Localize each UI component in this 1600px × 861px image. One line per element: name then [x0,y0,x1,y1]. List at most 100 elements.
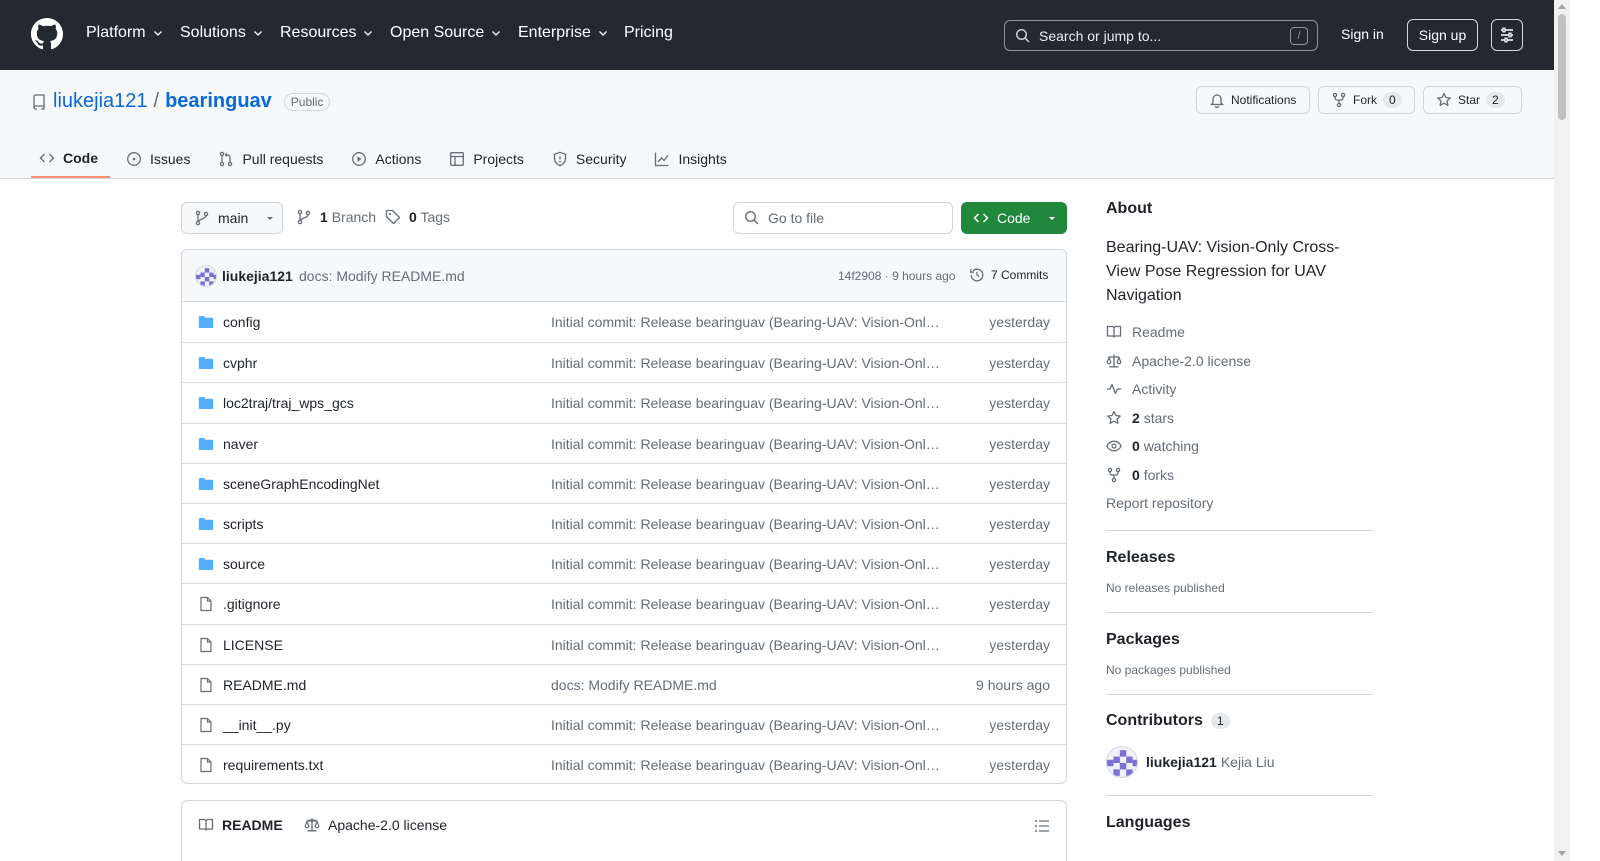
tab-actions[interactable]: Actions [343,140,433,178]
tab-projects[interactable]: Projects [441,140,536,178]
table-row[interactable]: sceneGraphEncodingNet Initial commit: Rel… [182,462,1066,503]
avatar[interactable] [195,265,217,287]
tab-issues[interactable]: Issues [118,140,202,178]
file-commit-message-link[interactable]: Initial commit: Release bearinguav (Bear… [551,314,941,330]
commit-hash[interactable]: 14f2908 [838,269,881,283]
stars-link[interactable]: 2 stars [1106,404,1373,433]
commit-history-link[interactable]: 7 Commits [969,267,1048,283]
file-commit-message-link[interactable]: Initial commit: Release bearinguav (Bear… [551,476,941,492]
file-commit-message-link[interactable]: docs: Modify README.md [551,677,941,693]
packages-heading[interactable]: Packages [1106,631,1373,649]
list-unordered-icon [1035,820,1049,832]
branch-select-button[interactable]: main [181,202,283,234]
file-name-link[interactable]: loc2traj/traj_wps_gcs [223,395,354,411]
file-commit-message-link[interactable]: Initial commit: Release bearinguav (Bear… [551,556,941,572]
tab-security[interactable]: Security [544,140,639,178]
activity-link[interactable]: Activity [1106,375,1373,404]
file-name-link[interactable]: README.md [223,677,306,693]
code-dropdown-button[interactable]: Code [961,202,1067,234]
file-commit-message-link[interactable]: Initial commit: Release bearinguav (Bear… [551,717,941,733]
file-name-link[interactable]: .gitignore [223,596,281,612]
fork-button[interactable]: Fork 0 [1318,86,1415,114]
table-row[interactable]: requirements.txt Initial commit: Release … [182,744,1066,783]
commit-message-link[interactable]: docs: Modify README.md [299,268,465,284]
avatar[interactable] [1106,745,1138,778]
table-row[interactable]: scripts Initial commit: Release bearingua… [182,502,1066,543]
file-name-link[interactable]: cvphr [223,355,257,371]
divider [1106,611,1373,613]
contributor-item[interactable]: liukejia121 Kejia Liu [1106,745,1373,778]
notifications-button[interactable]: Notifications [1196,86,1310,114]
contributor-login[interactable]: liukejia121 [1146,754,1217,770]
file-commit-message-link[interactable]: Initial commit: Release bearinguav (Bear… [551,395,941,411]
table-row[interactable]: cvphr Initial commit: Release bearinguav … [182,342,1066,382]
branches-link[interactable]: 1 Branch [296,209,376,225]
readme-tab[interactable]: README [198,817,283,833]
table-row[interactable]: config Initial commit: Release bearinguav… [182,302,1066,342]
forks-link[interactable]: 0 forks [1106,461,1373,490]
file-commit-message-link[interactable]: Initial commit: Release bearinguav (Bear… [551,516,941,532]
license-link[interactable]: Apache-2.0 license [1106,347,1373,376]
fork-label: Fork [1353,93,1377,107]
packages-empty-text: No packages published [1106,662,1231,677]
contributor-name: Kejia Liu [1220,753,1275,770]
search-icon [744,210,759,225]
nav-pricing[interactable]: Pricing [624,24,673,42]
file-name-link[interactable]: scripts [223,516,263,532]
global-search-input[interactable]: Search or jump to... / [1004,20,1318,51]
report-repository-link[interactable]: Report repository [1106,489,1373,518]
file-commit-message-link[interactable]: Initial commit: Release bearinguav (Bear… [551,355,941,371]
file-name-link[interactable]: naver [223,436,258,452]
settings-menu-button[interactable] [1491,19,1523,51]
repo-owner-link[interactable]: liukejia121 [53,90,148,113]
file-name-link[interactable]: __init__.py [223,717,291,733]
repo-name-link[interactable]: bearinguav [165,90,272,113]
license-tab[interactable]: Apache-2.0 license [304,817,447,833]
table-row[interactable]: __init__.py Initial commit: Release beari… [182,703,1066,744]
outline-button[interactable] [1034,818,1050,834]
star-button[interactable]: Star 2 [1423,86,1522,114]
sign-in-link[interactable]: Sign in [1341,26,1384,42]
table-row[interactable]: README.md docs: Modify README.md 9 hours a… [182,663,1066,704]
file-commit-time: yesterday [989,475,1050,492]
file-commit-time: yesterday [989,596,1050,613]
file-name-link[interactable]: config [223,314,260,330]
watchers-link[interactable]: 0 watching [1106,432,1373,461]
file-commit-message-link[interactable]: Initial commit: Release bearinguav (Bear… [551,436,941,452]
nav-enterprise[interactable]: Enterprise [518,24,609,42]
scroll-down-arrow-icon[interactable] [1558,851,1566,856]
github-logo-icon[interactable] [31,18,63,50]
tab-code[interactable]: Code [31,140,110,178]
repo-sidebar: About Bearing-UAV: Vision-Only Cross-Vie… [1106,200,1373,832]
contributors-heading[interactable]: Contributors [1106,712,1203,730]
scrollbar-thumb[interactable] [1558,14,1566,120]
table-row[interactable]: .gitignore Initial commit: Release bearin… [182,583,1066,623]
sign-up-button[interactable]: Sign up [1407,19,1478,51]
nav-open-source[interactable]: Open Source [390,24,502,42]
scroll-up-arrow-icon[interactable] [1558,4,1566,9]
table-row[interactable]: LICENSE Initial commit: Release bearingua… [182,623,1066,664]
nav-solutions[interactable]: Solutions [180,24,264,42]
go-to-file-input[interactable]: Go to file [733,202,953,234]
file-commit-time: yesterday [989,314,1050,330]
nav-platform[interactable]: Platform [86,24,164,42]
readme-link[interactable]: Readme [1106,318,1373,347]
file-name-link[interactable]: requirements.txt [223,757,323,773]
file-commit-message-link[interactable]: Initial commit: Release bearinguav (Bear… [551,637,941,653]
commit-author-link[interactable]: liukejia121 [222,268,293,284]
file-commit-message-link[interactable]: Initial commit: Release bearinguav (Bear… [551,596,941,612]
tab-insights[interactable]: Insights [646,140,738,178]
file-name-link[interactable]: sceneGraphEncodingNet [223,476,379,492]
tags-link[interactable]: 0 Tags [385,209,450,225]
identicon-image [196,268,216,286]
file-commit-message-link[interactable]: Initial commit: Release bearinguav (Bear… [551,757,941,773]
table-row[interactable]: source Initial commit: Release bearinguav… [182,543,1066,583]
page-scrollbar[interactable] [1554,0,1570,861]
releases-heading[interactable]: Releases [1106,549,1373,567]
file-name-link[interactable]: source [223,556,265,572]
table-row[interactable]: naver Initial commit: Release bearinguav … [182,422,1066,463]
table-row[interactable]: loc2traj/traj_wps_gcs Initial commit: Rel… [182,382,1066,422]
tab-pull-requests[interactable]: Pull requests [210,140,335,178]
file-name-link[interactable]: LICENSE [223,637,283,653]
nav-resources[interactable]: Resources [280,24,374,42]
